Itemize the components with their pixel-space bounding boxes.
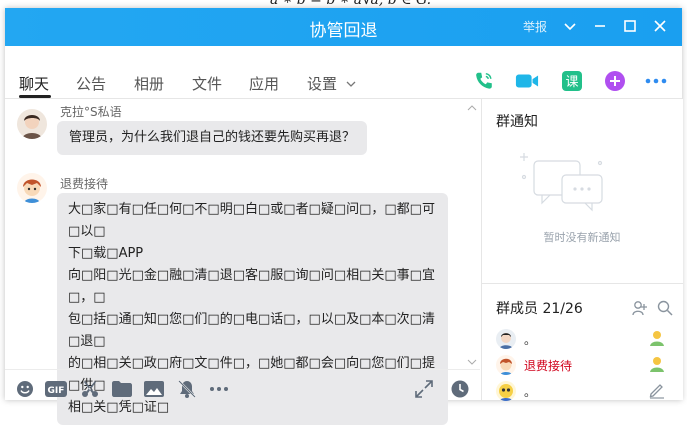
add-icon[interactable] — [602, 68, 628, 94]
message-line: 下□载□APP — [68, 246, 144, 261]
tab-album[interactable]: 相册 — [134, 73, 164, 94]
tab-settings[interactable]: 设置 — [307, 73, 356, 94]
background-formula: a ∗ b = b ∗ a∀a, b ∈ G. — [270, 0, 432, 8]
member-name: 。 — [524, 333, 537, 347]
message-bubble: 管理员，为什么我们退自己的钱还要先购买再退？ — [57, 121, 368, 155]
divider — [482, 283, 683, 284]
group-members-title: 群成员 21/26 — [496, 301, 583, 317]
title-bar: 协管回退 举报 — [5, 8, 682, 46]
message-input[interactable] — [5, 369, 480, 401]
more-icon[interactable] — [643, 68, 669, 94]
close-icon[interactable] — [649, 15, 671, 37]
admin-icon — [650, 331, 664, 346]
message-line: 向□阳□光□金□融□清□退□客□服□询□问□相□关□事□宜□，□ — [68, 268, 435, 305]
tab-announcement[interactable]: 公告 — [76, 73, 106, 94]
group-info-panel: 群通知 暂时没有新通知 群成员 21/26 。 退费接待 。 — [481, 99, 683, 401]
message-line: 包□括□通□知□您□们□的□电□话□，□以□及□本□次□清□退□ — [68, 312, 435, 349]
add-member-icon[interactable] — [632, 300, 648, 316]
member-item[interactable]: 退费接待 — [496, 355, 676, 377]
message-line: 大□家□有□任□何□不□明□白□或□者□疑□问□，□都□可□以□ — [68, 202, 435, 239]
maximize-icon[interactable] — [619, 15, 641, 37]
group-chat-window: 协管回退 举报 聊天 公告 相册 文件 应用 设置 课 克拉°S私语 管理员，为… — [5, 8, 683, 425]
scroll-down-icon[interactable] — [467, 359, 477, 365]
member-avatar — [496, 381, 516, 401]
member-avatar — [496, 329, 516, 349]
group-notice-title: 群通知 — [496, 114, 538, 130]
active-tab-indicator — [19, 95, 51, 98]
video-icon[interactable] — [514, 68, 540, 94]
message-sender: 克拉°S私语 — [60, 105, 122, 119]
chevron-down-icon[interactable] — [559, 15, 581, 37]
report-button[interactable]: 举报 — [523, 18, 547, 35]
tab-bar: 聊天 公告 相册 文件 应用 设置 课 — [5, 46, 682, 99]
empty-notice-illustration — [520, 153, 603, 212]
member-item[interactable]: 。 — [496, 329, 676, 351]
tab-settings-label: 设置 — [307, 75, 338, 93]
minimize-icon[interactable] — [589, 15, 611, 37]
admin-icon — [650, 357, 664, 372]
chat-area[interactable]: 克拉°S私语 管理员，为什么我们退自己的钱还要先购买再退？ 退费接待 大□家□有… — [5, 99, 480, 425]
member-avatar — [496, 355, 516, 375]
avatar[interactable] — [17, 109, 47, 139]
scroll-up-icon[interactable] — [467, 105, 477, 111]
chevron-down-icon — [346, 81, 356, 87]
tab-chat[interactable]: 聊天 — [19, 73, 49, 94]
member-name: 。 — [524, 385, 537, 399]
phone-icon[interactable] — [471, 68, 497, 94]
lesson-icon[interactable]: 课 — [559, 68, 585, 94]
message-sender: 退费接待 — [60, 177, 109, 191]
empty-notice-text: 暂时没有新通知 — [543, 231, 621, 244]
edit-icon[interactable] — [648, 381, 666, 399]
svg-text:课: 课 — [565, 75, 578, 90]
avatar[interactable] — [17, 173, 47, 203]
search-icon[interactable] — [657, 300, 673, 316]
member-name: 退费接待 — [524, 359, 573, 373]
tab-files[interactable]: 文件 — [192, 73, 222, 94]
tab-apps[interactable]: 应用 — [249, 73, 279, 94]
